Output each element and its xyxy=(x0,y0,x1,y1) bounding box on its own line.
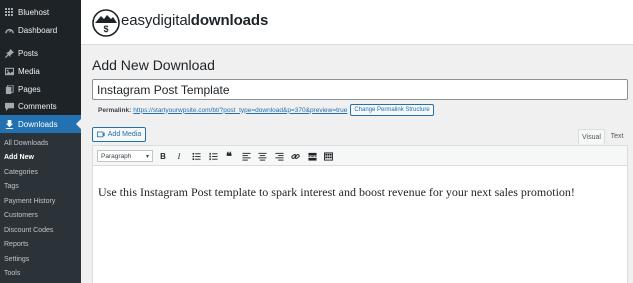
sidebar-item-label: Comments xyxy=(18,101,57,111)
active-indicator-arrow xyxy=(76,119,81,129)
sidebar-item-label: Pages xyxy=(18,84,41,94)
blockquote-icon[interactable]: ❝ xyxy=(223,150,235,163)
align-center-icon[interactable] xyxy=(256,150,268,162)
wp-admin-screen: Bluehost Dashboard Posts Media Pages Com… xyxy=(0,0,633,283)
add-media-button[interactable]: Add Media xyxy=(92,127,146,142)
brand-part-downloads: downloads xyxy=(190,12,269,29)
edd-logo-icon: $ xyxy=(92,9,120,37)
sidebar-item-downloads[interactable]: Downloads xyxy=(0,115,81,133)
brand-part-easy: easy xyxy=(121,12,153,29)
sidebar-item-dashboard[interactable]: Dashboard xyxy=(0,21,81,39)
change-permalink-button[interactable]: Change Permalink Structure xyxy=(350,104,434,116)
format-select[interactable]: Paragraph ▾ xyxy=(97,150,153,162)
submenu-item-discount-codes[interactable]: Discount Codes xyxy=(4,227,53,234)
submenu-item-payment-history[interactable]: Payment History xyxy=(4,198,55,205)
admin-sidebar: Bluehost Dashboard Posts Media Pages Com… xyxy=(0,0,81,283)
tab-visual[interactable]: Visual xyxy=(578,129,605,144)
comment-icon xyxy=(4,101,14,111)
sidebar-item-label: Downloads xyxy=(18,119,58,129)
editor-content-text[interactable]: Use this Instagram Post template to spar… xyxy=(98,185,575,200)
sidebar-item-label: Media xyxy=(18,66,40,76)
dashboard-icon xyxy=(4,25,14,35)
format-select-value: Paragraph xyxy=(101,152,132,160)
sidebar-item-media[interactable]: Media xyxy=(0,62,81,80)
content-editor: Paragraph ▾ B I ❝ Use this Instagram Pos… xyxy=(92,145,628,283)
sidebar-item-posts[interactable]: Posts xyxy=(0,44,81,62)
bold-icon[interactable]: B xyxy=(157,150,169,162)
submenu-item-customers[interactable]: Customers xyxy=(4,212,38,219)
bullet-list-icon[interactable] xyxy=(190,150,202,162)
submenu-item-all-downloads[interactable]: All Downloads xyxy=(4,140,48,147)
sidebar-item-label: Bluehost xyxy=(18,7,50,17)
submenu-item-reports[interactable]: Reports xyxy=(4,241,29,248)
sidebar-item-label: Posts xyxy=(18,48,39,58)
permalink-label: Permalink: xyxy=(98,106,132,114)
sidebar-item-comments[interactable]: Comments xyxy=(0,97,81,115)
chevron-down-icon: ▾ xyxy=(145,154,149,160)
toolbar-toggle-icon[interactable] xyxy=(322,150,334,162)
submenu-item-settings[interactable]: Settings xyxy=(4,256,29,263)
permalink-row: Permalink: https://startyourwpsite.com/b… xyxy=(98,103,434,117)
permalink-link[interactable]: https://startyourwpsite.com/bt/?post_typ… xyxy=(133,107,347,114)
media-camera-icon xyxy=(96,130,105,140)
tab-text[interactable]: Text xyxy=(606,129,628,144)
align-right-icon[interactable] xyxy=(273,150,285,162)
read-more-icon[interactable] xyxy=(306,150,318,162)
link-icon[interactable] xyxy=(289,150,301,162)
numbered-list-icon[interactable] xyxy=(207,150,219,162)
page-title: Add New Download xyxy=(92,57,215,73)
download-icon xyxy=(4,119,14,129)
media-icon xyxy=(4,66,14,76)
post-title-input[interactable] xyxy=(92,79,628,100)
submenu-item-categories[interactable]: Categories xyxy=(4,169,38,176)
submenu-item-tools[interactable]: Tools xyxy=(4,270,20,277)
brand-part-digital: digital xyxy=(152,12,191,29)
italic-icon[interactable]: I xyxy=(173,150,185,162)
sidebar-item-label: Dashboard xyxy=(18,25,58,35)
submenu-item-tags[interactable]: Tags xyxy=(4,183,19,190)
add-media-label: Add Media xyxy=(107,131,142,138)
editor-toolbar: Paragraph ▾ B I ❝ xyxy=(93,146,627,166)
submenu-item-add-new[interactable]: Add New xyxy=(4,154,34,161)
downloads-submenu: All Downloads Add New Categories Tags Pa… xyxy=(0,133,81,283)
page-icon xyxy=(4,84,14,94)
bluehost-grid-icon xyxy=(4,7,14,17)
brand-header: $ easydigitaldownloads xyxy=(81,0,633,45)
align-left-icon[interactable] xyxy=(240,150,252,162)
brand-wordmark: easydigitaldownloads xyxy=(121,12,268,29)
pin-icon xyxy=(4,48,14,58)
sidebar-item-bluehost[interactable]: Bluehost xyxy=(0,3,81,21)
svg-text:$: $ xyxy=(103,24,108,34)
sidebar-item-pages[interactable]: Pages xyxy=(0,80,81,98)
